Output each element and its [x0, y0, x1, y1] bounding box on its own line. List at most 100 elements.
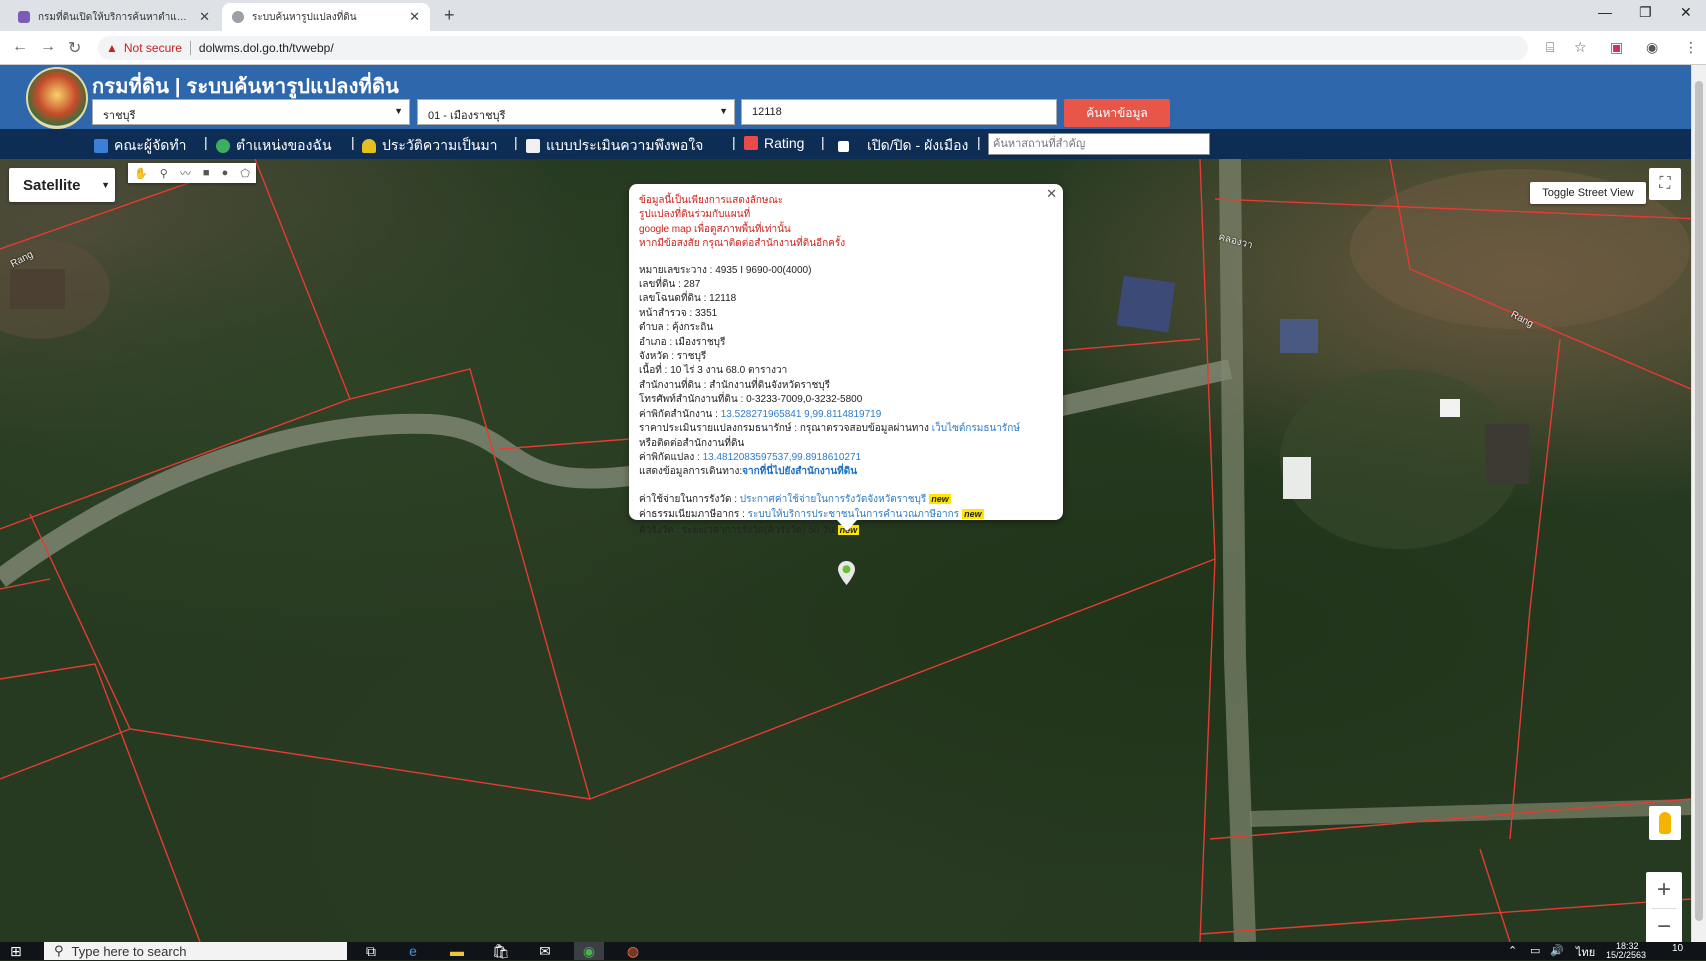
translate-icon[interactable]: ⌸ — [1546, 39, 1554, 56]
edge-browser-icon[interactable]: e — [398, 942, 428, 960]
deed-number-value: 12118 — [752, 106, 782, 118]
disclaimer-line: google map เพื่อดูสภาพพื้นที่เท่านั้น — [639, 223, 791, 235]
checkbox-icon[interactable] — [838, 140, 849, 152]
minimize-window-icon[interactable]: — — [1598, 4, 1612, 20]
firefox-browser-icon[interactable]: ◍ — [618, 942, 648, 960]
page-scrollbar[interactable] — [1691, 65, 1706, 942]
file-explorer-icon[interactable]: ▬ — [442, 942, 472, 960]
province-select[interactable]: ราชบุรี ▼ — [92, 99, 410, 125]
close-icon[interactable]: ✕ — [1046, 186, 1057, 201]
windows-start-icon[interactable]: ⊞ — [10, 943, 22, 960]
field-district: อำเภอ : เมืองราชบุรี — [639, 336, 726, 348]
menu-divider: | — [732, 134, 736, 150]
close-tab-icon[interactable]: ✕ — [409, 9, 420, 25]
menu-item-label: ตำแหน่งของฉัน — [236, 137, 332, 153]
land-department-logo — [26, 67, 88, 129]
place-search-input[interactable] — [988, 133, 1210, 155]
hand-pan-icon[interactable]: ✋ — [134, 167, 148, 180]
dropdown-arrow-icon: ▼ — [101, 180, 110, 190]
street-view-pegman-icon[interactable] — [1649, 806, 1681, 840]
extension-icon[interactable]: ▣ — [1610, 39, 1623, 56]
clock-date[interactable]: 15/2/2563 — [1606, 950, 1646, 960]
circle-tool-icon[interactable]: ● — [222, 167, 229, 179]
menu-item-label: เปิด/ปิด - ผังเมือง — [867, 137, 969, 153]
forward-arrow-icon[interactable]: → — [40, 38, 56, 56]
document-icon — [526, 139, 540, 153]
close-window-icon[interactable]: ✕ — [1680, 4, 1692, 21]
close-tab-icon[interactable]: ✕ — [199, 9, 210, 25]
tray-chevron-icon[interactable]: ⌃ — [1508, 944, 1517, 957]
profile-avatar-icon[interactable]: ◉ — [1646, 39, 1658, 56]
disclaimer-line: ข้อมูลนี้เป็นเพียงการแสดงลักษณะ — [639, 195, 784, 206]
menu-item-satisfaction-survey[interactable]: แบบประเมินความพึงพอใจ — [526, 135, 703, 157]
network-icon[interactable]: ▭ — [1530, 944, 1540, 957]
task-view-icon[interactable]: ⧉ — [356, 942, 386, 960]
satellite-map[interactable]: Rang Rang คลองวา Satellite ▼ ✋ ⚲ 〰 ■ ● ⬠… — [0, 159, 1691, 942]
restore-window-icon[interactable]: ❐ — [1639, 4, 1652, 21]
polygon-tool-icon[interactable]: ⬠ — [240, 167, 250, 180]
treasury-website-link[interactable]: เว็บไซต์กรมธนารักษ์ — [932, 423, 1020, 434]
menu-item-my-location[interactable]: ตำแหน่งของฉัน — [216, 135, 332, 157]
map-marker-icon[interactable] — [838, 561, 855, 585]
province-select-value: ราชบุรี — [103, 110, 136, 122]
menu-item-authors[interactable]: คณะผู้จัดทำ — [94, 135, 186, 157]
directions-link[interactable]: จากที่นี่ไปยังสำนักงานที่ดิน — [742, 466, 857, 477]
security-status[interactable]: Not secure — [124, 41, 182, 55]
deed-number-input[interactable]: 12118 — [741, 99, 1057, 125]
menu-item-label: Rating — [764, 135, 805, 151]
bookmark-star-icon[interactable]: ☆ — [1574, 39, 1587, 56]
reload-icon[interactable]: ↻ — [68, 38, 81, 58]
scrollbar-thumb[interactable] — [1695, 81, 1703, 921]
mail-icon[interactable]: ✉ — [530, 942, 560, 960]
map-type-select[interactable]: Satellite ▼ — [9, 168, 115, 202]
field-land-office: สำนักงานที่ดิน : สำนักงานที่ดินจังหวัดรา… — [639, 379, 831, 391]
field-office-coordinates: ค่าพิกัดสำนักงาน : 13.528271965841 9,99.… — [639, 408, 882, 420]
drawing-toolbar: ✋ ⚲ 〰 ■ ● ⬠ — [128, 163, 256, 183]
toggle-street-view-button[interactable]: Toggle Street View — [1530, 182, 1646, 204]
browser-toolbar: ← → ↻ ▲ Not secure dolwms.dol.go.th/tvwe… — [0, 31, 1706, 65]
store-icon[interactable]: 🛍 — [486, 942, 516, 960]
building-roof — [1116, 275, 1176, 333]
menu-divider: | — [514, 134, 518, 150]
menu-item-city-plan-toggle[interactable]: เปิด/ปิด - ผังเมือง — [838, 135, 968, 157]
marker-tool-icon[interactable]: ⚲ — [160, 167, 168, 180]
browser-tab-parcel-search[interactable]: ระบบค้นหารูปแปลงที่ดิน ✕ — [222, 3, 430, 31]
survey-cost-link[interactable]: ประกาศค่าใช้จ่ายในการรังวัดจังหวัดราชบุร… — [740, 494, 926, 505]
land-dept-favicon-icon — [18, 11, 30, 23]
field-parcel-coordinates: ค่าพิกัดแปลง : 13.4812083597537,99.89186… — [639, 451, 862, 463]
zoom-out-button[interactable]: − — [1646, 909, 1682, 942]
chrome-browser-icon[interactable]: ◉ — [574, 942, 604, 960]
disclaimer-line: รูปแปลงที่ดินร่วมกับแผนที่ — [639, 209, 751, 221]
book-icon — [94, 139, 108, 153]
zoom-in-button[interactable]: + — [1646, 872, 1682, 908]
tax-calculator-link[interactable]: ระบบให้บริการประชาชนในการคำนวณภาษีอากร — [748, 509, 959, 520]
dropdown-arrow-icon: ▼ — [394, 106, 403, 116]
volume-icon[interactable]: 🔊 — [1550, 944, 1564, 957]
fullscreen-icon[interactable]: ⛶ — [1649, 168, 1681, 200]
field-area: เนื้อที่ : 10 ไร่ 3 งาน 68.0 ตารางวา — [639, 365, 788, 377]
input-language[interactable]: ไทย — [1576, 943, 1595, 961]
notification-count[interactable]: 10 — [1672, 943, 1683, 954]
menu-item-rating[interactable]: Rating — [744, 135, 804, 151]
check-icon — [744, 136, 758, 150]
building-roof — [1280, 319, 1318, 353]
browser-menu-icon[interactable]: ⋮ — [1684, 39, 1698, 56]
url-text[interactable]: dolwms.dol.go.th/tvwebp/ — [199, 41, 334, 55]
divider — [189, 41, 191, 55]
search-button[interactable]: ค้นหาข้อมูล — [1064, 99, 1170, 127]
district-select[interactable]: 01 - เมืองราชบุรี ▼ — [417, 99, 735, 125]
back-arrow-icon[interactable]: ← — [12, 38, 28, 56]
taskbar-search-box[interactable]: ⚲ Type here to search — [44, 942, 347, 960]
parcel-coordinates-link[interactable]: 13.4812083597537,99.8918610271 — [703, 452, 862, 463]
menu-item-history[interactable]: ประวัติความเป็นมา — [362, 135, 498, 157]
plant-icon — [362, 139, 376, 153]
polyline-tool-icon[interactable]: 〰 — [180, 165, 191, 181]
new-tab-button[interactable]: + — [444, 5, 455, 26]
menu-item-label: คณะผู้จัดทำ — [114, 137, 187, 153]
address-bar[interactable]: ▲ Not secure dolwms.dol.go.th/tvwebp/ — [98, 36, 1528, 60]
globe-favicon-icon — [232, 11, 244, 23]
rectangle-tool-icon[interactable]: ■ — [203, 167, 210, 179]
office-coordinates-link[interactable]: 13.528271965841 9,99.8114819719 — [721, 409, 882, 420]
field-deed-number: เลขโฉนดที่ดิน : 12118 — [639, 293, 737, 305]
browser-tab-land-news[interactable]: กรมที่ดินเปิดให้บริการค้นหาตำแหน่งรูปแปล… — [8, 3, 220, 31]
